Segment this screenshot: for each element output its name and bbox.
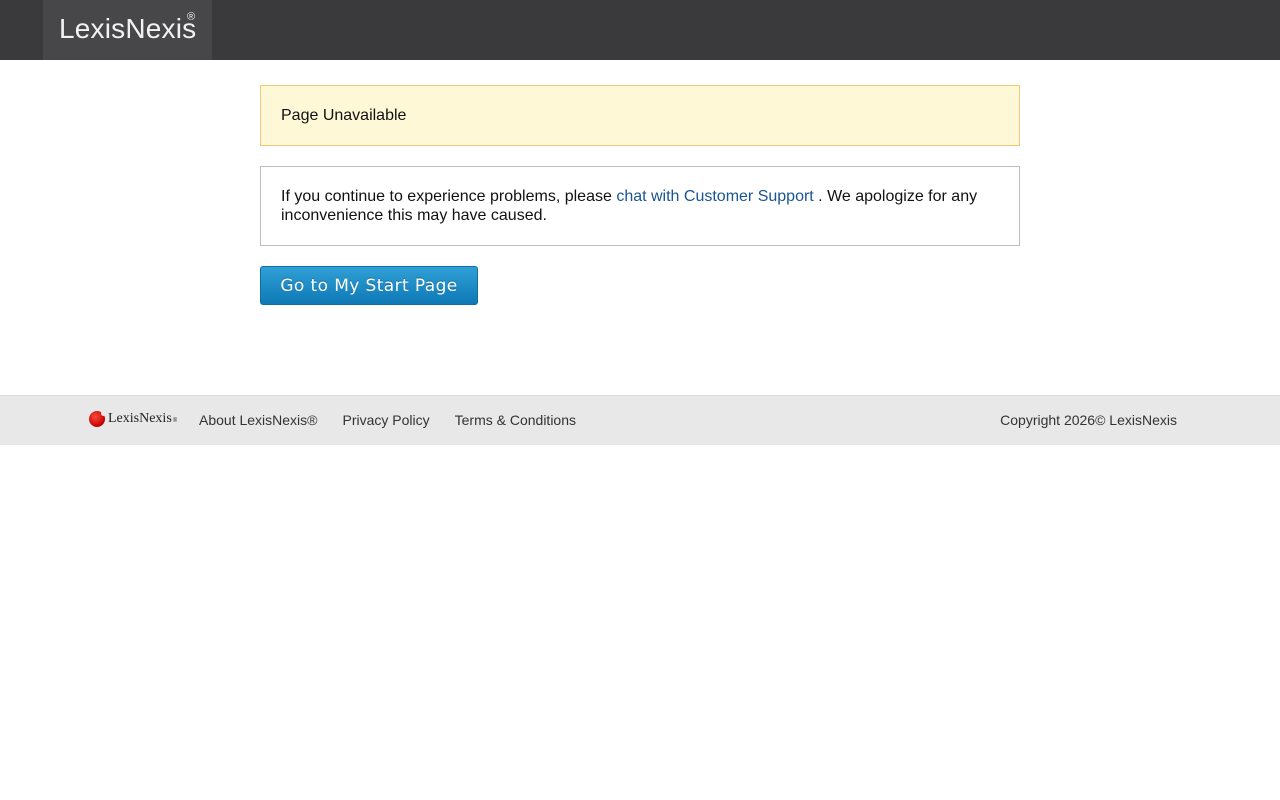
footer: LexisNexis ® About LexisNexis® Privacy P… (0, 395, 1280, 445)
copyright-text: Copyright 2026© LexisNexis (1000, 412, 1177, 428)
footer-links: About LexisNexis® Privacy Policy Terms &… (199, 396, 601, 444)
header-logo[interactable]: LexisNexis ® (43, 0, 212, 60)
support-message: If you continue to experience problems, … (260, 166, 1020, 246)
page-unavailable-alert: Page Unavailable (260, 85, 1020, 146)
footer-logo-registered-mark: ® (172, 418, 178, 424)
go-to-start-page-button[interactable]: Go to My Start Page (260, 266, 478, 305)
main-content: Page Unavailable If you continue to expe… (260, 85, 1020, 305)
message-text-before: If you continue to experience problems, … (281, 188, 617, 205)
alert-title: Page Unavailable (281, 106, 407, 124)
footer-logo[interactable]: LexisNexis ® (89, 411, 177, 427)
footer-link-privacy-policy[interactable]: Privacy Policy (342, 412, 429, 428)
header-logo-text: LexisNexis (59, 13, 197, 44)
top-header: LexisNexis ® (0, 0, 1280, 60)
lexisnexis-logo-icon (89, 411, 106, 427)
footer-link-terms-conditions[interactable]: Terms & Conditions (455, 412, 576, 428)
chat-customer-support-link[interactable]: chat with Customer Support (616, 188, 813, 205)
header-logo-registered-mark: ® (187, 11, 196, 23)
footer-logo-text: LexisNexis (108, 411, 172, 426)
footer-link-about[interactable]: About LexisNexis® (199, 412, 317, 428)
